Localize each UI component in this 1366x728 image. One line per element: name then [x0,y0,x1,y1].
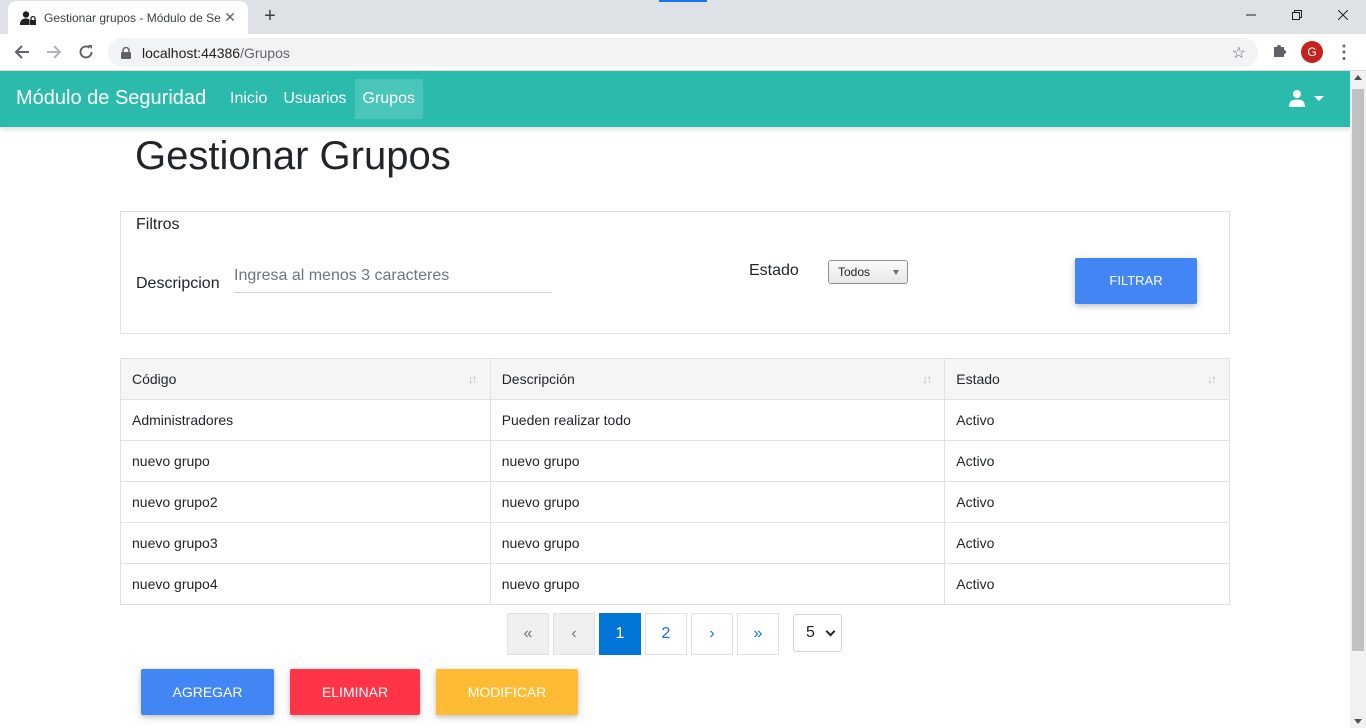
page-viewport: Módulo de Seguridad Inicio Usuarios Grup… [0,71,1350,728]
cell-estado: Activo [944,399,1230,441]
column-header-descripcion[interactable]: Descripción ↓↑ [489,358,946,400]
page-size-select[interactable]: 5 [793,614,842,652]
state-label: Estado [749,262,799,279]
table-row[interactable]: nuevo grupo4 nuevo grupo Activo [120,563,1230,605]
select-arrow-icon [893,270,899,275]
delete-button[interactable]: ELIMINAR [290,669,420,715]
cell-codigo: nuevo grupo2 [120,481,491,523]
minimize-icon[interactable] [1228,0,1274,30]
navbar-brand[interactable]: Módulo de Seguridad [16,87,206,110]
app-navbar: Módulo de Seguridad Inicio Usuarios Grup… [0,71,1350,127]
page-2-button[interactable]: 2 [645,613,687,655]
user-lock-icon [20,10,36,25]
lock-icon [121,46,131,59]
description-input[interactable] [234,260,552,293]
pagination: « ‹ 1 2 › » [507,613,783,655]
vertical-scrollbar[interactable] [1350,71,1366,728]
column-header-estado[interactable]: Estado ↓↑ [944,358,1230,400]
table-row[interactable]: nuevo grupo3 nuevo grupo Activo [120,522,1230,564]
chevron-down-icon [825,626,836,637]
cell-descripcion: nuevo grupo [489,481,946,523]
modify-button[interactable]: MODIFICAR [436,669,578,715]
close-tab-icon[interactable]: ✕ [222,9,238,26]
extensions-puzzle-icon[interactable] [1270,42,1290,62]
nav-link-usuarios[interactable]: Usuarios [275,79,354,119]
sort-icon: ↓↑ [467,372,478,386]
table-row[interactable]: Administradores Pueden realizar todo Act… [120,399,1230,441]
browser-tab[interactable]: Gestionar grupos - Módulo de Se ✕ [8,1,248,34]
column-header-codigo[interactable]: Código ↓↑ [120,358,491,400]
close-window-icon[interactable] [1320,0,1366,30]
column-header-label: Código [132,371,177,387]
new-tab-icon[interactable]: + [258,4,282,28]
nav-link-inicio[interactable]: Inicio [222,79,275,119]
url-host: localhost:44386 [142,44,241,61]
reload-icon[interactable] [72,38,100,66]
browser-tab-strip: Gestionar grupos - Módulo de Se ✕ + [0,0,1366,34]
table-row[interactable]: nuevo grupo nuevo grupo Activo [120,440,1230,482]
page-1-button[interactable]: 1 [599,613,641,655]
browser-toolbar: localhost:44386/Grupos ☆ G ⋮ [0,34,1366,71]
back-icon[interactable] [8,38,36,66]
user-icon [1289,90,1305,107]
cell-estado: Activo [944,563,1230,605]
groups-table: Código ↓↑ Descripción ↓↑ Estado ↓↑ Administ… [120,358,1230,605]
filters-panel: Filtros Descripcion Estado Todos FILTRAR [120,211,1230,334]
forward-icon[interactable] [40,38,68,66]
nav-link-grupos[interactable]: Grupos [354,79,423,119]
cell-descripcion: nuevo grupo [489,563,946,605]
user-menu-dropdown[interactable] [1288,89,1324,107]
restore-icon[interactable] [1274,0,1320,30]
url-text: localhost:44386/Grupos [142,45,290,61]
table-row[interactable]: nuevo grupo2 nuevo grupo Activo [120,481,1230,523]
last-page-button[interactable]: » [737,613,779,655]
bookmark-star-icon[interactable]: ☆ [1232,43,1246,63]
page-title: Gestionar Grupos [135,134,451,178]
caret-down-icon [1314,95,1324,101]
page-size-value: 5 [806,624,815,641]
table-header-row: Código ↓↑ Descripción ↓↑ Estado ↓↑ [120,358,1230,400]
cell-descripcion: nuevo grupo [489,522,946,564]
nav-links: Inicio Usuarios Grupos [222,79,423,119]
tab-title: Gestionar grupos - Módulo de Se [44,10,221,25]
browser-menu-icon[interactable]: ⋮ [1334,40,1354,64]
scroll-down-arrow-icon[interactable] [1354,719,1362,724]
cell-codigo: nuevo grupo [120,440,491,482]
column-header-label: Descripción [501,371,575,387]
description-label: Descripcion [136,275,220,292]
cell-estado: Activo [944,522,1230,564]
cell-descripcion: nuevo grupo [489,440,946,482]
next-page-button[interactable]: › [691,613,733,655]
cell-estado: Activo [944,440,1230,482]
cell-codigo: nuevo grupo4 [120,563,491,605]
state-select[interactable]: Todos [828,260,908,284]
profile-avatar[interactable]: G [1301,41,1323,63]
window-controls [1228,0,1366,30]
add-button[interactable]: AGREGAR [141,669,274,715]
address-bar[interactable]: localhost:44386/Grupos ☆ [108,38,1258,67]
cell-descripcion: Pueden realizar todo [489,399,946,441]
url-path: /Grupos [240,44,290,61]
first-page-button[interactable]: « [507,613,549,655]
scroll-up-arrow-icon[interactable] [1354,75,1362,80]
column-header-label: Estado [956,371,1000,387]
filters-title: Filtros [136,216,180,233]
tab-indicator [659,0,707,2]
prev-page-button[interactable]: ‹ [553,613,595,655]
cell-codigo: Administradores [120,399,491,441]
cell-estado: Activo [944,481,1230,523]
scrollbar-thumb[interactable] [1352,89,1364,651]
filter-button[interactable]: FILTRAR [1075,258,1197,304]
cell-codigo: nuevo grupo3 [120,522,491,564]
sort-icon: ↓↑ [922,372,932,386]
state-select-value: Todos [838,265,871,279]
sort-icon: ↓↑ [1207,372,1217,386]
